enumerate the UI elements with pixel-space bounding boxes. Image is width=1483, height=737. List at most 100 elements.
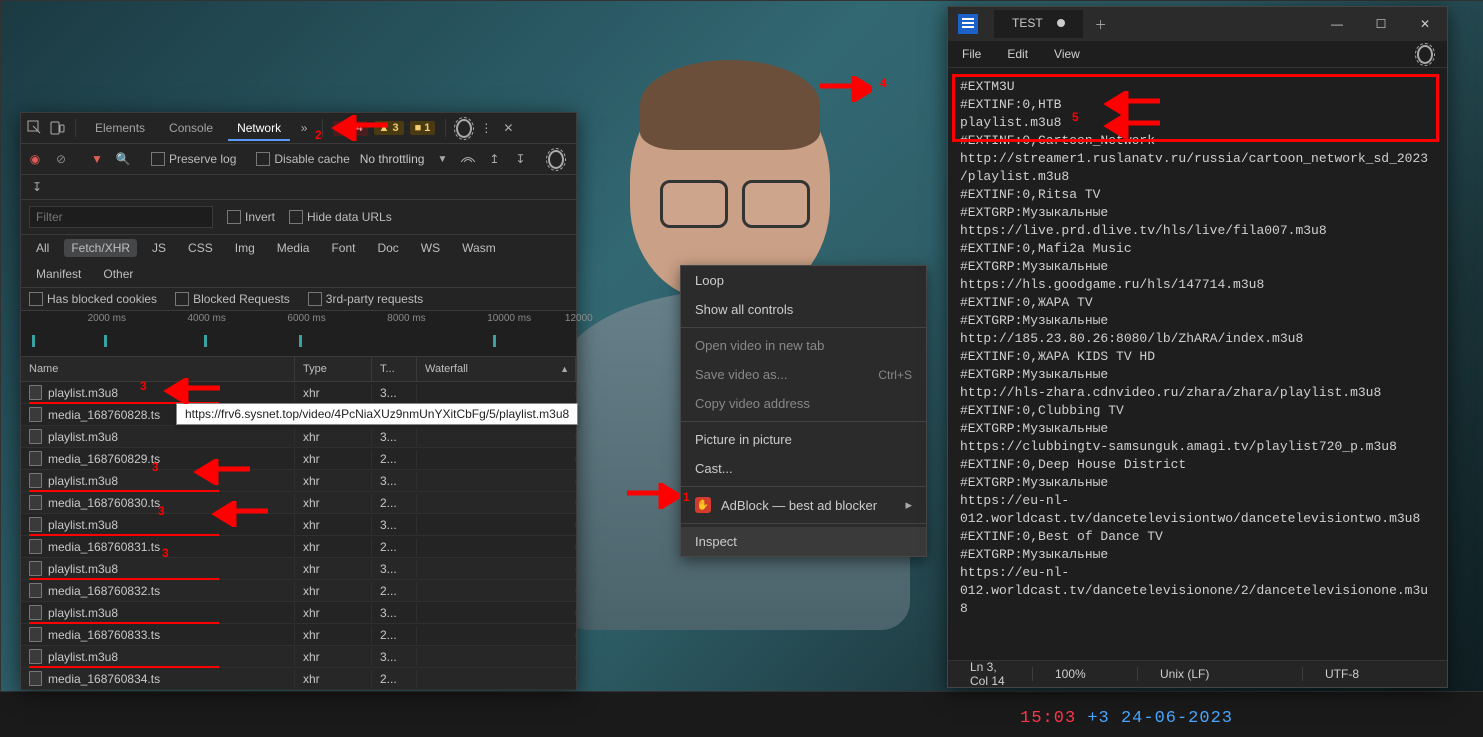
record-icon[interactable]: ◉ [27,151,43,167]
tab-modified-dot [1057,19,1065,27]
import-icon[interactable]: ↥ [486,151,502,167]
editor-line: playlist.m3u8 [960,114,1435,132]
filter-input[interactable] [29,206,213,228]
table-row[interactable]: playlist.m3u8xhr3... [21,602,576,624]
tv-overlay-clock: 15:03 +3 24-06-2023 [1020,710,1233,727]
minimize-button[interactable]: — [1315,9,1359,39]
file-icon [29,605,42,620]
throttle-select[interactable]: No throttling [360,152,425,166]
device-icon[interactable] [49,120,65,136]
th-time[interactable]: T... [372,357,417,381]
preserve-log-checkbox[interactable]: Preserve log [151,152,236,166]
table-row[interactable]: playlist.m3u8xhr3... [21,558,576,580]
network-conditions-icon[interactable] [460,151,476,167]
close-window-button[interactable]: ✕ [1403,9,1447,39]
filter-all[interactable]: All [29,239,56,257]
ctx-inspect[interactable]: Inspect [681,527,926,556]
filter-css[interactable]: CSS [181,239,220,257]
ctx-adblock-best-ad-blocker[interactable]: ✋AdBlock — best ad blocker▸ [681,490,926,520]
filter-font[interactable]: Font [324,239,362,257]
export-icon[interactable]: ↧ [512,151,528,167]
editor-line: http://185.23.80.26:8080/lb/ZhARA/index.… [960,330,1435,348]
editor-line: #EXTINF:0,HTB [960,96,1435,114]
th-name[interactable]: Name [21,357,295,381]
table-row[interactable]: media_168760829.tsxhr2... [21,448,576,470]
ctx-cast-[interactable]: Cast... [681,454,926,483]
type-filters: All Fetch/XHR JS CSS Img Media Font Doc WS Wasm Ma… [21,235,576,288]
tab-console[interactable]: Console [160,117,222,139]
filter-other[interactable]: Other [96,265,140,283]
has-blocked-cookies-checkbox[interactable]: Has blocked cookies [29,292,157,306]
filter-img[interactable]: Img [228,239,262,257]
editor-line: #EXTGRP:Музыкальные [960,258,1435,276]
filter-media[interactable]: Media [270,239,317,257]
third-party-checkbox[interactable]: 3rd-party requests [308,292,423,306]
table-row[interactable]: playlist.m3u8xhr3... [21,470,576,492]
ctx-loop[interactable]: Loop [681,266,926,295]
ctx-show-all-controls[interactable]: Show all controls [681,295,926,324]
settings-icon[interactable] [456,120,472,136]
new-tab-button[interactable]: ＋ [1093,16,1109,32]
menu-edit[interactable]: Edit [1007,47,1028,61]
hide-data-urls-checkbox[interactable]: Hide data URLs [289,210,392,224]
menu-file[interactable]: File [962,47,981,61]
table-row[interactable]: media_168760834.tsxhr2... [21,668,576,690]
table-row[interactable]: media_168760831.tsxhr2... [21,536,576,558]
annotation-5: 5 [1072,110,1079,124]
timeline[interactable]: 2000 ms4000 ms6000 ms8000 ms10000 ms1200… [21,311,576,357]
filter-doc[interactable]: Doc [370,239,405,257]
filter-wasm[interactable]: Wasm [455,239,503,257]
file-icon [29,561,42,576]
editor-line: #EXTINF:0,ЖАРА KIDS TV HD [960,348,1435,366]
info-badge[interactable]: ■ 1 [410,121,436,135]
search-icon[interactable]: 🔍 [115,151,131,167]
disable-cache-checkbox[interactable]: Disable cache [256,152,349,166]
more-tabs-icon[interactable]: » [296,120,312,136]
table-row[interactable]: playlist.m3u8xhr3... [21,426,576,448]
menu-view[interactable]: View [1054,47,1080,61]
annotation-3-c: 3 [158,504,165,518]
tab-elements[interactable]: Elements [86,117,154,139]
editor-settings-icon[interactable] [1417,46,1433,62]
filter-js[interactable]: JS [145,239,173,257]
ctx-save-video-as-[interactable]: Save video as...Ctrl+S [681,360,926,389]
document-tab[interactable]: TEST [994,10,1083,38]
filter-icon[interactable]: ▼ [89,151,105,167]
table-row[interactable]: playlist.m3u8xhr3... [21,646,576,668]
table-row[interactable]: media_168760833.tsxhr2... [21,624,576,646]
titlebar[interactable]: TEST ＋ — ☐ ✕ [948,7,1447,41]
table-row[interactable]: media_168760830.tsxhr2... [21,492,576,514]
close-devtools-icon[interactable]: ✕ [500,120,516,136]
th-type[interactable]: Type [295,357,372,381]
editor-line: #EXTGRP:Музыкальные [960,204,1435,222]
table-row[interactable]: playlist.m3u8xhr3... [21,382,576,404]
filter-fetchxhr[interactable]: Fetch/XHR [64,239,137,257]
th-waterfall[interactable]: Waterfall▲ [417,357,576,381]
blocked-requests-checkbox[interactable]: Blocked Requests [175,292,290,306]
editor-body[interactable]: #EXTM3U#EXTINF:0,HTBplaylist.m3u8#EXTINF… [948,68,1447,660]
file-icon [29,517,42,532]
maximize-button[interactable]: ☐ [1359,9,1403,39]
annotation-1: 1 [683,490,690,504]
annotation-4: 4 [880,76,887,90]
annotation-3-b: 3 [152,460,159,474]
clear-icon[interactable]: ⊘ [53,151,69,167]
editor-line: #EXTINF:0,Cartoon_Network [960,132,1435,150]
tab-network[interactable]: Network [228,117,290,141]
ctx-picture-in-picture[interactable]: Picture in picture [681,425,926,454]
ctx-open-video-in-new-tab[interactable]: Open video in new tab [681,331,926,360]
filter-ws[interactable]: WS [414,239,447,257]
invert-checkbox[interactable]: Invert [227,210,275,224]
table-row[interactable]: media_168760832.tsxhr2... [21,580,576,602]
ctx-copy-video-address[interactable]: Copy video address [681,389,926,418]
status-enc: UTF-8 [1302,667,1447,681]
inspect-icon[interactable] [27,120,43,136]
filter-manifest[interactable]: Manifest [29,265,88,283]
table-row[interactable]: playlist.m3u8xhr3... [21,514,576,536]
kebab-icon[interactable]: ⋮ [478,120,494,136]
download-icon[interactable]: ↧ [29,179,45,195]
chevron-down-icon[interactable]: ▼ [434,151,450,167]
adblock-icon: ✋ [695,497,711,513]
editor-line: #EXTINF:0,Best of Dance TV [960,528,1435,546]
settings2-icon[interactable] [548,151,564,167]
